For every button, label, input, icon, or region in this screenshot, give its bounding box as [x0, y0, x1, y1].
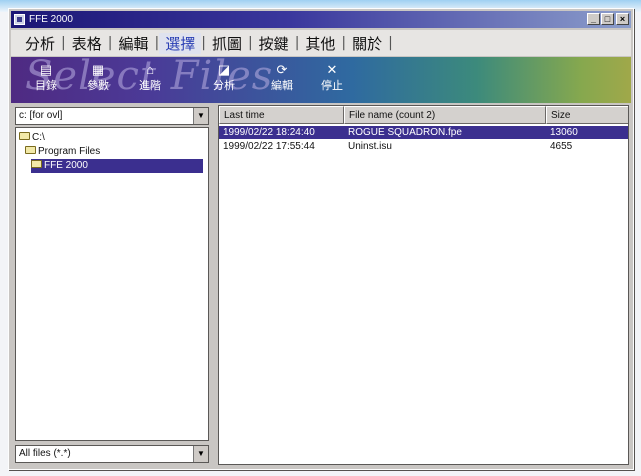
- table-row[interactable]: 1999/02/22 18:24:40 ROGUE SQUADRON.fpe 1…: [219, 126, 628, 139]
- tree-node-label: FFE 2000: [44, 160, 88, 171]
- window-title: FFE 2000: [29, 14, 73, 25]
- cell-size: 4655: [550, 141, 573, 152]
- edit-icon: ⟳: [276, 62, 288, 77]
- menu-item-keys[interactable]: 按鍵: [253, 33, 295, 54]
- folder-panel: c: [for ovl] ▼ C:\ Program Files FFE 200…: [13, 105, 211, 465]
- cell-file-name: Uninst.isu: [348, 141, 392, 152]
- close-button[interactable]: ×: [616, 13, 629, 25]
- tree-node-label: Program Files: [38, 146, 101, 157]
- column-header-last-time[interactable]: Last time: [219, 106, 344, 124]
- open-folder-icon: [31, 160, 42, 169]
- cell-size: 13060: [550, 127, 578, 138]
- open-folder-icon: [19, 132, 30, 141]
- directory-label: 目錄: [35, 79, 57, 92]
- cell-file-name: ROGUE SQUADRON.fpe: [348, 127, 462, 138]
- edit-label: 編輯: [271, 79, 293, 92]
- menu-item-capture[interactable]: 抓圖: [206, 33, 248, 54]
- stop-icon: ✕: [326, 62, 338, 77]
- edit-button[interactable]: ⟳ 編輯: [265, 61, 299, 99]
- app-window: FFE 2000 _ □ × 分析 | 表格 | 編輯 | 選擇 | 抓圖 | …: [8, 8, 634, 470]
- toolbar: Select Files ▤ 目錄 ▦ 參數 ⌂ 進階 ◪ 分析 ⟳ 編輯 ✕ …: [11, 57, 631, 103]
- app-icon: [14, 14, 25, 25]
- stop-label: 停止: [321, 79, 343, 92]
- dropdown-arrow-icon[interactable]: ▼: [193, 446, 208, 462]
- cell-last-time: 1999/02/22 18:24:40: [223, 127, 315, 138]
- analyze-label: 分析: [213, 79, 235, 92]
- tree-node-program-files[interactable]: Program Files: [25, 145, 100, 159]
- advanced-icon: ⌂: [146, 62, 154, 77]
- cell-last-time: 1999/02/22 17:55:44: [223, 141, 315, 152]
- parameter-button[interactable]: ▦ 參數: [81, 61, 115, 99]
- maximize-button[interactable]: □: [601, 13, 614, 25]
- file-type-select-value: All files (*.*): [19, 448, 71, 459]
- file-type-select[interactable]: All files (*.*) ▼: [15, 445, 209, 463]
- parameter-label: 參數: [87, 79, 109, 92]
- stop-button[interactable]: ✕ 停止: [315, 61, 349, 99]
- menu-item-table[interactable]: 表格: [66, 33, 108, 54]
- tree-node-label: C:\: [32, 132, 45, 143]
- menu-item-other[interactable]: 其他: [299, 33, 341, 54]
- column-header-file-name[interactable]: File name (count 2): [344, 106, 546, 124]
- table-row[interactable]: 1999/02/22 17:55:44 Uninst.isu 4655: [219, 140, 628, 153]
- tree-node-root[interactable]: C:\: [19, 131, 45, 145]
- directory-button[interactable]: ▤ 目錄: [29, 61, 63, 99]
- main-area: c: [for ovl] ▼ C:\ Program Files FFE 200…: [13, 105, 629, 465]
- open-folder-icon: [25, 146, 36, 155]
- menu-separator: |: [388, 35, 393, 51]
- menu-item-edit[interactable]: 編輯: [112, 33, 154, 54]
- dropdown-arrow-icon[interactable]: ▼: [193, 108, 208, 124]
- advanced-button[interactable]: ⌂ 進階: [133, 61, 167, 99]
- drive-select[interactable]: c: [for ovl] ▼: [15, 107, 209, 125]
- menu-bar: 分析 | 表格 | 編輯 | 選擇 | 抓圖 | 按鍵 | 其他 | 關於 |: [11, 30, 631, 56]
- analyze-icon: ◪: [217, 62, 231, 77]
- analyze-button[interactable]: ◪ 分析: [207, 61, 241, 99]
- menu-item-analyze[interactable]: 分析: [19, 33, 61, 54]
- menu-item-about[interactable]: 關於: [346, 33, 388, 54]
- title-bar[interactable]: FFE 2000 _ □ ×: [11, 11, 631, 28]
- file-list[interactable]: Last time File name (count 2) Size 1999/…: [218, 105, 629, 465]
- directory-icon: ▤: [39, 62, 53, 77]
- menu-item-select[interactable]: 選擇: [159, 32, 202, 54]
- folder-tree[interactable]: C:\ Program Files FFE 2000: [15, 127, 209, 441]
- advanced-label: 進階: [139, 79, 161, 92]
- minimize-button[interactable]: _: [587, 13, 600, 25]
- drive-select-value: c: [for ovl]: [19, 110, 63, 121]
- column-header-size[interactable]: Size: [546, 106, 628, 124]
- parameter-icon: ▦: [91, 62, 105, 77]
- tree-node-ffe-2000[interactable]: FFE 2000: [31, 159, 203, 173]
